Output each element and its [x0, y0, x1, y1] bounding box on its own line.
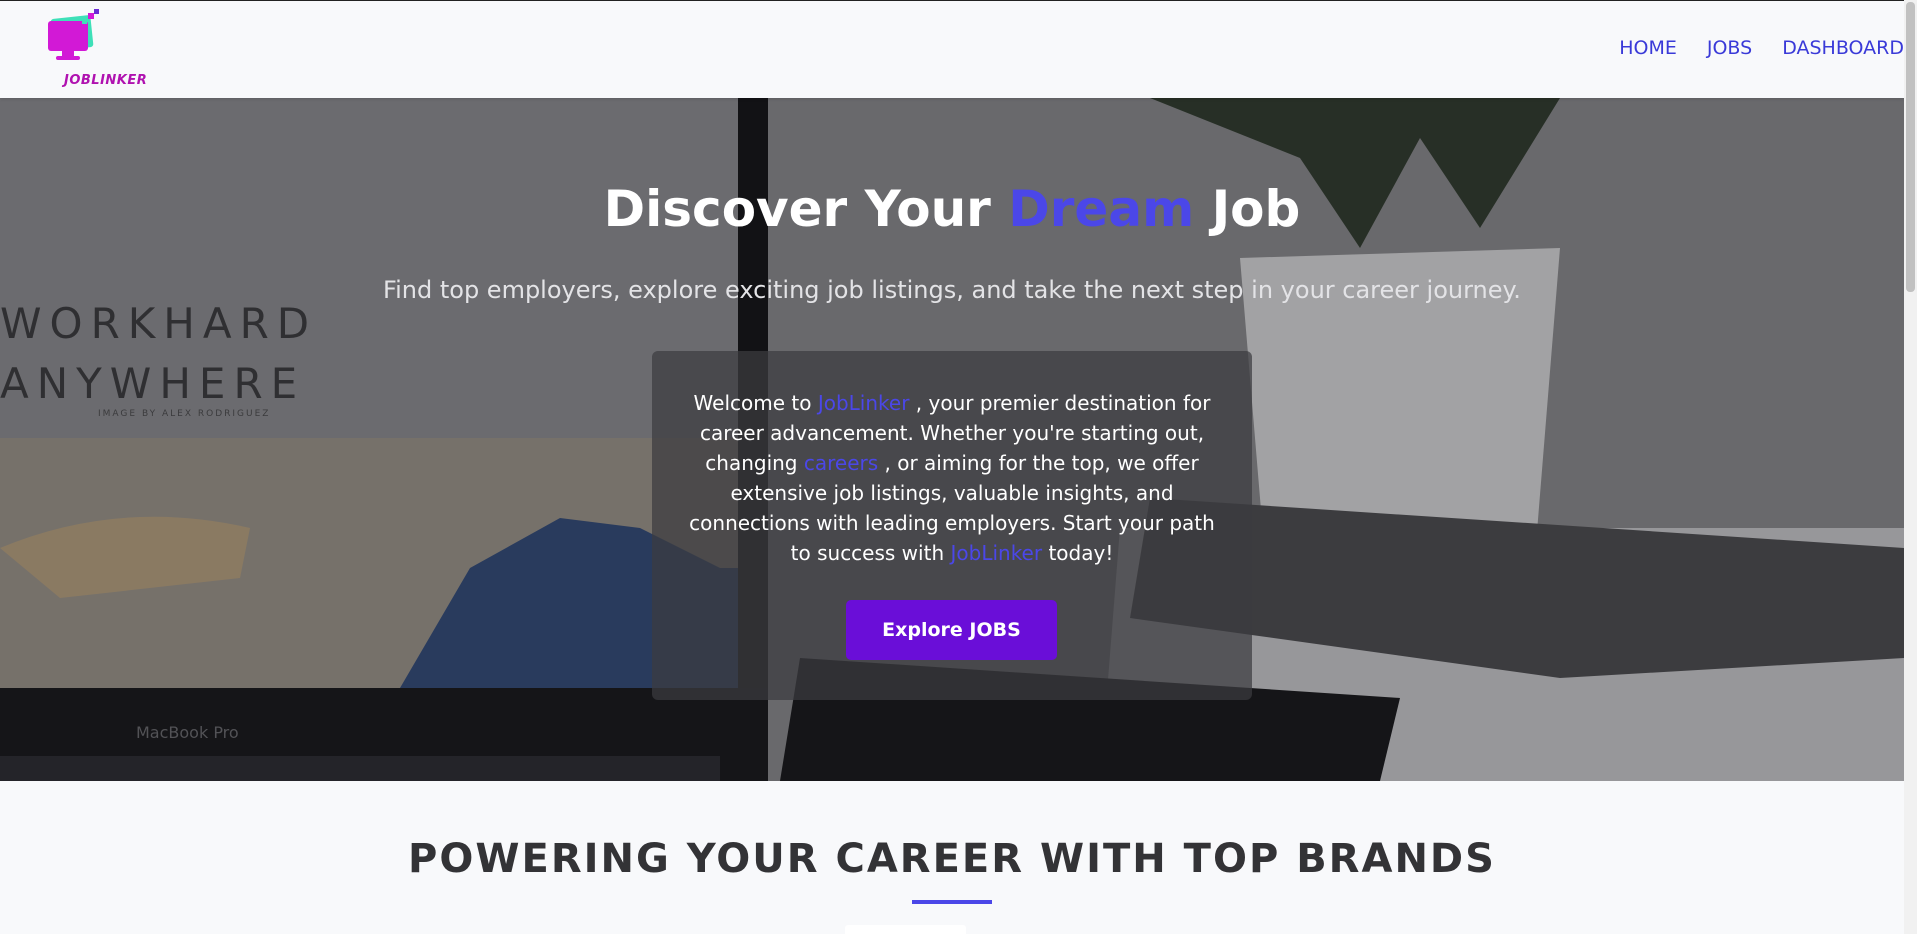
brand-card[interactable] [845, 925, 966, 934]
brand-highlight: JobLinker [950, 541, 1043, 565]
hero-section: WORKHARD ANYWHERE IMAGE BY ALEX RODRIGUE… [0, 98, 1904, 781]
brand-highlight: JobLinker [817, 391, 910, 415]
hero-title-part2: Job [1194, 180, 1301, 238]
nav-home-link[interactable]: HOME [1619, 37, 1677, 59]
welcome-text-part: today! [1042, 541, 1114, 565]
explore-jobs-button[interactable]: Explore JOBS [846, 600, 1057, 660]
hero-title-part1: Discover Your [603, 180, 1009, 238]
welcome-text-part: Welcome to [693, 391, 818, 415]
page: JOBLINKER HOME JOBS DASHBOARD WORKHARD A… [0, 0, 1904, 934]
scrollbar-thumb[interactable] [1906, 2, 1915, 292]
navbar: JOBLINKER HOME JOBS DASHBOARD [0, 0, 1904, 98]
nav-dashboard-link[interactable]: DASHBOARD [1782, 37, 1904, 59]
logo-text: JOBLINKER [64, 73, 148, 88]
nav-links: HOME JOBS DASHBOARD [1619, 37, 1904, 59]
hero-title-accent: Dream [1008, 180, 1195, 238]
hero-title: Discover Your Dream Job [0, 180, 1904, 238]
welcome-card: Welcome to JobLinker , your premier dest… [652, 351, 1252, 700]
hero-subtitle: Find top employers, explore exciting job… [383, 276, 1521, 304]
scrollbar[interactable] [1904, 0, 1917, 934]
brands-underline [912, 900, 992, 904]
welcome-text: Welcome to JobLinker , your premier dest… [686, 388, 1218, 568]
brands-title: POWERING YOUR CAREER WITH TOP BRANDS [408, 836, 1496, 882]
logo[interactable]: JOBLINKER [30, 9, 147, 88]
nav-jobs-link[interactable]: JOBS [1707, 37, 1752, 59]
careers-highlight: careers [803, 451, 879, 475]
